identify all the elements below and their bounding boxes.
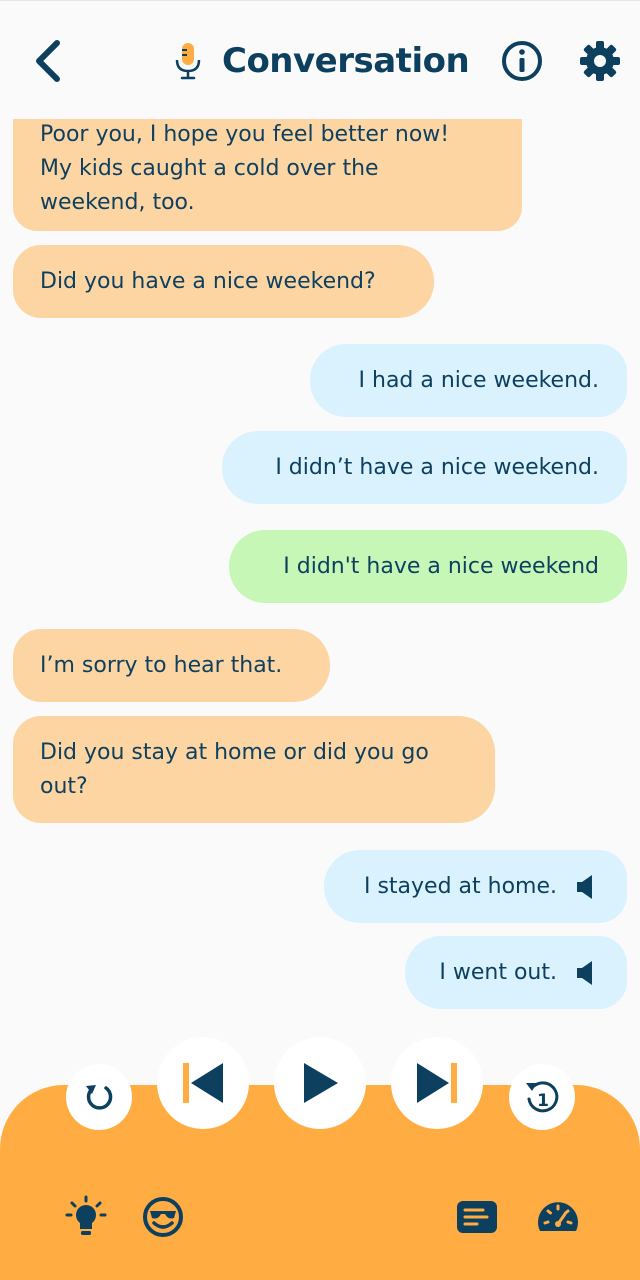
gear-icon bbox=[580, 41, 620, 81]
microphone-icon bbox=[175, 43, 201, 80]
play-button[interactable] bbox=[274, 1037, 366, 1129]
message-text: Did you stay at home or did you go out? bbox=[40, 739, 429, 799]
message-text: I stayed at home. bbox=[363, 873, 557, 899]
message-text: I went out. bbox=[439, 959, 557, 985]
info-button[interactable] bbox=[498, 37, 546, 85]
page-title: Conversation bbox=[222, 41, 470, 81]
message-bubble-option[interactable]: I stayed at home. bbox=[324, 850, 627, 923]
message-text: I didn't have a nice weekend bbox=[283, 553, 599, 579]
skip-next-icon bbox=[417, 1063, 457, 1103]
speed-button[interactable] bbox=[532, 1191, 584, 1243]
back-button[interactable] bbox=[24, 33, 72, 89]
message-bubble-sent[interactable]: I had a nice weekend. bbox=[310, 344, 627, 417]
repeat-count: 1 bbox=[537, 1091, 549, 1111]
message-bubble-received: Did you stay at home or did you go out? bbox=[13, 716, 495, 823]
message-bubble-sent[interactable]: I didn’t have a nice weekend. bbox=[222, 431, 627, 504]
repeat-one-icon: 1 bbox=[526, 1081, 559, 1113]
message-bubble-user-answer: I didn't have a nice weekend bbox=[229, 530, 627, 603]
speaker-icon[interactable] bbox=[575, 959, 597, 987]
message-text: I didn’t have a nice weekend. bbox=[275, 454, 599, 480]
lightbulb-icon bbox=[65, 1195, 107, 1235]
settings-button[interactable] bbox=[576, 37, 624, 85]
speedometer-icon bbox=[538, 1202, 578, 1231]
page-title-group: Conversation bbox=[170, 31, 470, 91]
message-bubble-received: Did you have a nice weekend? bbox=[13, 245, 434, 318]
skip-previous-icon bbox=[183, 1063, 223, 1103]
transcript-icon bbox=[457, 1201, 497, 1233]
message-text: Poor you, I hope you feel better now! My… bbox=[40, 122, 450, 215]
message-list[interactable]: Poor you, I hope you feel better now! My… bbox=[0, 1, 640, 1061]
info-icon bbox=[502, 41, 542, 81]
chevron-left-icon bbox=[36, 40, 60, 82]
message-text: I had a nice weekend. bbox=[358, 367, 599, 393]
app-screen: Poor you, I hope you feel better now! My… bbox=[0, 0, 640, 1280]
replay-button[interactable] bbox=[66, 1064, 132, 1130]
transcript-button[interactable] bbox=[451, 1191, 503, 1243]
previous-button[interactable] bbox=[157, 1037, 249, 1129]
play-icon bbox=[304, 1063, 338, 1103]
message-text: Did you have a nice weekend? bbox=[40, 268, 376, 294]
header-bar: Conversation bbox=[0, 1, 640, 119]
hint-button[interactable] bbox=[60, 1191, 112, 1243]
message-text: I’m sorry to hear that. bbox=[40, 652, 283, 678]
speaker-icon[interactable] bbox=[575, 873, 597, 901]
replay-icon bbox=[86, 1085, 113, 1110]
repeat-one-button[interactable]: 1 bbox=[509, 1064, 575, 1130]
message-bubble-received: I’m sorry to hear that. bbox=[13, 629, 330, 702]
mood-button[interactable] bbox=[137, 1191, 189, 1243]
smiley-sunglasses-icon bbox=[143, 1197, 183, 1237]
next-button[interactable] bbox=[391, 1037, 483, 1129]
message-bubble-option[interactable]: I went out. bbox=[405, 936, 627, 1009]
